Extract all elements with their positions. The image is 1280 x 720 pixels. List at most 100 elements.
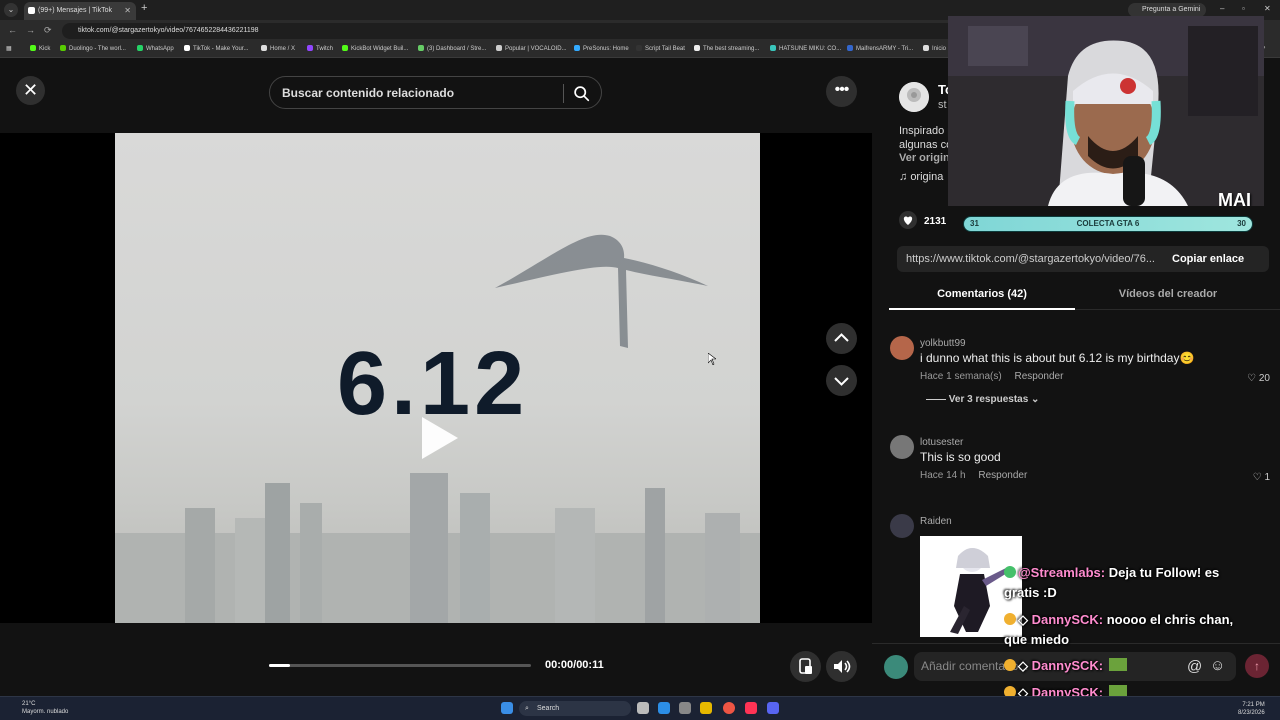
back-icon[interactable]: ← (8, 25, 17, 35)
send-comment-button[interactable]: ↑ (1245, 654, 1269, 678)
heart-icon (903, 216, 913, 225)
avatar[interactable] (890, 435, 914, 459)
related-search-box[interactable]: Buscar contenido relacionado (269, 76, 602, 109)
minimize-icon[interactable]: – (1220, 4, 1224, 13)
tab-close-icon[interactable]: ✕ (124, 2, 131, 20)
chevron-down-icon: ⌄ (1028, 394, 1040, 405)
more-options-button[interactable]: ••• (826, 76, 857, 107)
search-icon: ⌕ (525, 705, 529, 712)
bookmark-item[interactable]: MaifrensARMY - Tri... (847, 45, 913, 52)
more-dots-icon: ••• (834, 81, 850, 98)
search-icon[interactable] (573, 85, 590, 102)
like-button[interactable] (899, 211, 917, 229)
webcam-overlay: MAI (948, 16, 1264, 206)
apps-icon[interactable]: ▦ (6, 45, 12, 52)
next-video-button[interactable] (826, 365, 857, 396)
comment-like-button[interactable]: ♡ 1 (1253, 472, 1270, 483)
bookmark-item[interactable]: Kick (30, 45, 50, 52)
bookmark-item[interactable]: (3) Dashboard / Stre... (418, 45, 486, 52)
comment-username[interactable]: Raiden (920, 516, 952, 527)
comment-like-button[interactable]: ♡ 20 (1247, 373, 1270, 384)
gemini-button[interactable]: Pregunta a Gemini (1128, 3, 1207, 17)
bookmark-item[interactable]: WhatsApp (137, 45, 174, 52)
reload-icon[interactable]: ⟳ (44, 25, 52, 36)
music-link[interactable]: ♫ origina (899, 171, 943, 183)
weather-widget[interactable]: 21°C Mayorm. nublado (10, 700, 68, 716)
chat-badge-icon (1004, 566, 1016, 578)
maximize-icon[interactable]: ▫ (1242, 4, 1245, 13)
heart-outline-icon: ♡ (1247, 373, 1259, 384)
emoji-icon[interactable]: ☺ (1210, 657, 1225, 674)
bookmark-favicon-icon (923, 45, 929, 51)
mouse-cursor-icon (708, 353, 716, 365)
video-player[interactable]: 6.12 (0, 133, 872, 623)
arrow-up-icon: ↑ (1254, 659, 1260, 673)
bookmark-favicon-icon (694, 45, 700, 51)
view-replies-button[interactable]: —— Ver 3 respuestas ⌄ (926, 394, 1039, 405)
video-progress-bar[interactable] (269, 664, 531, 667)
discord-icon[interactable] (767, 702, 779, 714)
forward-icon[interactable]: → (26, 25, 35, 35)
reply-button[interactable]: Responder (1014, 371, 1063, 382)
stream-cam-label: MAI (1218, 190, 1251, 206)
avatar[interactable] (890, 336, 914, 360)
bookmark-item[interactable]: Duolingo - The worl... (60, 45, 126, 52)
floating-player-button[interactable] (790, 651, 821, 682)
see-more-link[interactable]: Ver origin (899, 152, 950, 164)
bookmark-item[interactable]: Home / X (261, 45, 295, 52)
bookmark-item[interactable]: Script Tail Beat (636, 45, 685, 52)
reply-button[interactable]: Responder (978, 470, 1027, 481)
bookmark-item[interactable]: TikTok - Make Your... (184, 45, 248, 52)
chat-text: noooo el chris chan, (1103, 612, 1234, 627)
bookmark-item[interactable]: Twitch (307, 45, 333, 52)
play-icon[interactable] (418, 414, 462, 462)
clock-date: 8/23/2026 (1238, 710, 1265, 716)
browser-tab[interactable]: (99+) Mensajes | TikTok ✕ (24, 2, 136, 20)
file-explorer-icon[interactable] (700, 702, 712, 714)
bookmark-favicon-icon (847, 45, 853, 51)
task-view-icon[interactable] (637, 702, 649, 714)
creator-avatar[interactable] (899, 82, 929, 112)
bookmark-item[interactable]: HATSUNE MIKU: CO... (770, 45, 841, 52)
taskbar-clock[interactable]: 7:21 PM 8/23/2026 (1238, 701, 1265, 717)
share-url[interactable]: https://www.tiktok.com/@stargazertokyo/v… (906, 253, 1158, 265)
volume-button[interactable] (826, 651, 857, 682)
share-link-box: https://www.tiktok.com/@stargazertokyo/v… (897, 246, 1269, 272)
bookmark-item[interactable]: The best streaming... (694, 45, 759, 52)
search-input[interactable]: Buscar contenido relacionado (282, 86, 454, 100)
bookmark-item[interactable]: KickBot Widget Buil... (342, 45, 408, 52)
previous-video-button[interactable] (826, 323, 857, 354)
bookmark-item[interactable]: Inicio (923, 45, 946, 52)
comment-username[interactable]: yolkbutt99 (920, 338, 966, 349)
tab-creator-videos[interactable]: Vídeos del creador (1075, 288, 1261, 300)
settings-icon[interactable] (679, 702, 691, 714)
creator-handle[interactable]: st (938, 99, 947, 111)
window-close-icon[interactable]: ✕ (1264, 4, 1271, 13)
video-progress-fill (269, 664, 290, 667)
tab-list-button[interactable]: ⌄ (4, 3, 18, 17)
tiktok-favicon-icon (28, 7, 35, 14)
chat-message: ◇ DannySCK: (1004, 658, 1128, 674)
close-video-button[interactable]: ✕ (16, 76, 45, 105)
mention-icon[interactable]: @ (1187, 658, 1202, 675)
bookmark-favicon-icon (60, 45, 66, 51)
music-app-icon[interactable] (745, 702, 757, 714)
bookmark-item[interactable]: Popular | VOCALOID... (496, 45, 567, 52)
bookmark-favicon-icon (137, 45, 143, 51)
chat-badge-icon: ◇ (1018, 612, 1032, 627)
chrome-icon[interactable] (723, 702, 735, 714)
bookmark-favicon-icon (770, 45, 776, 51)
bookmark-item[interactable]: PreSonus: Home (574, 45, 629, 52)
music-note-icon: ♫ (899, 171, 911, 183)
like-count: 2131 (924, 216, 947, 227)
avatar[interactable] (890, 514, 914, 538)
start-icon[interactable] (501, 702, 513, 714)
edge-icon[interactable] (658, 702, 670, 714)
tab-comments[interactable]: Comentarios (42) (889, 288, 1075, 300)
chat-message: ◇ DannySCK: noooo el chris chan, (1004, 612, 1233, 628)
new-tab-button[interactable]: + (141, 2, 147, 14)
comment-username[interactable]: lotusester (920, 437, 963, 448)
taskbar-search[interactable]: ⌕ Search (519, 701, 631, 716)
donation-goal-bar: 31 COLECTA GTA 6 30 (963, 216, 1253, 232)
copy-link-button[interactable]: Copiar enlace (1172, 253, 1244, 265)
